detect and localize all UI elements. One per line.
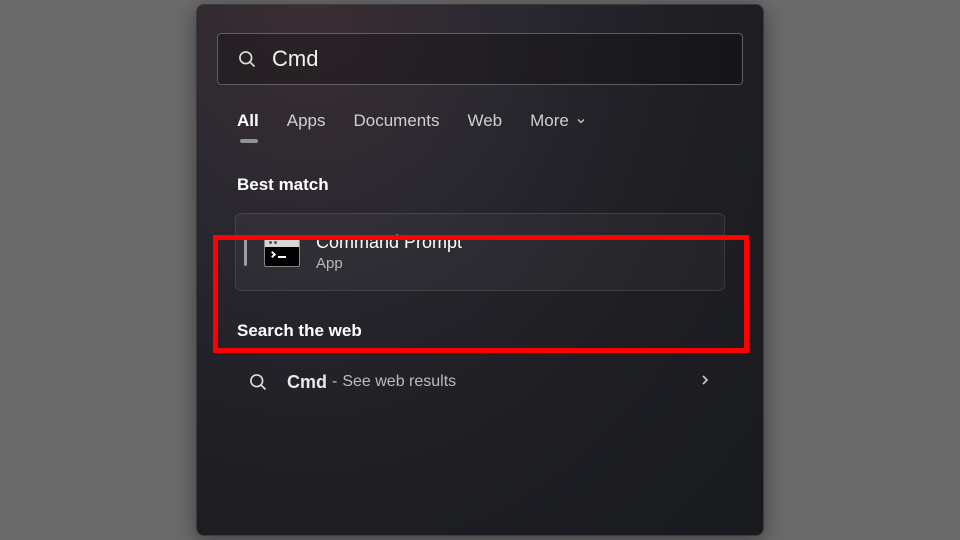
tab-all[interactable]: All [237, 111, 259, 141]
section-header-search-web: Search the web [237, 321, 763, 341]
chevron-right-icon [697, 372, 713, 393]
command-prompt-icon [264, 237, 300, 267]
tab-more-label: More [530, 111, 569, 131]
web-search-result[interactable]: Cmd - See web results [235, 361, 725, 403]
chevron-down-icon [575, 115, 587, 127]
best-match-result[interactable]: Command Prompt App [235, 213, 725, 291]
section-header-best-match: Best match [237, 175, 763, 195]
best-match-subtitle: App [316, 255, 462, 272]
web-search-suffix: See web results [342, 373, 456, 391]
filter-tabs: All Apps Documents Web More [237, 111, 763, 141]
search-bar[interactable] [217, 33, 743, 85]
start-search-panel: All Apps Documents Web More Best match C… [196, 4, 764, 536]
tab-apps[interactable]: Apps [287, 111, 326, 141]
tab-documents[interactable]: Documents [353, 111, 439, 141]
best-match-text: Command Prompt App [316, 232, 462, 272]
tab-more[interactable]: More [530, 111, 587, 141]
search-icon [247, 371, 269, 393]
web-search-term: Cmd [287, 372, 327, 393]
search-input[interactable] [272, 46, 724, 72]
best-match-title: Command Prompt [316, 232, 462, 253]
tab-web[interactable]: Web [467, 111, 502, 141]
web-search-separator: - [332, 373, 337, 391]
search-icon [236, 48, 258, 70]
